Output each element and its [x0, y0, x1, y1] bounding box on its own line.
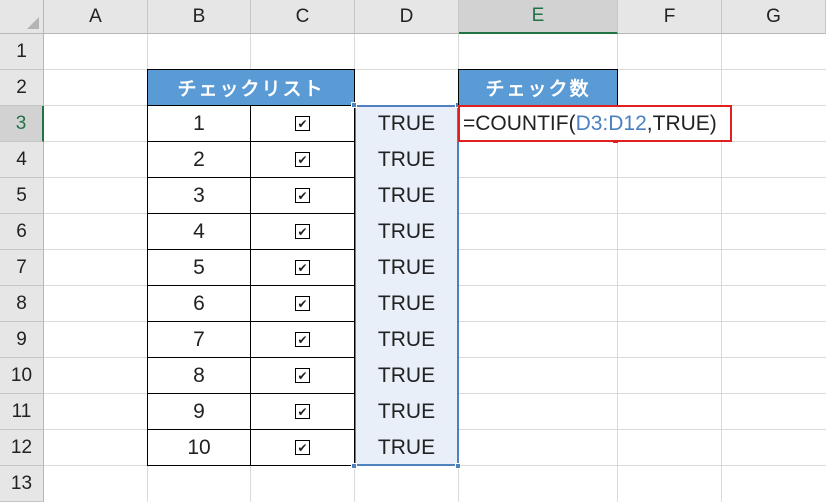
row-header-11[interactable]: 11: [0, 394, 44, 430]
item-number-cell[interactable]: 3: [147, 177, 251, 214]
selection-handle[interactable]: [351, 463, 357, 469]
checkbox-cell[interactable]: ✔: [250, 285, 355, 322]
column-header-e[interactable]: E: [459, 0, 618, 34]
checkbox[interactable]: ✔: [295, 116, 310, 131]
row-header-9[interactable]: 9: [0, 322, 44, 358]
item-number-cell[interactable]: 4: [147, 213, 251, 250]
item-number-cell[interactable]: 10: [147, 429, 251, 466]
checkbox[interactable]: ✔: [295, 152, 310, 167]
checkmark-icon: ✔: [297, 152, 308, 167]
item-number-cell[interactable]: 6: [147, 285, 251, 322]
value-cell[interactable]: TRUE: [354, 141, 459, 178]
checkbox-cell[interactable]: ✔: [250, 141, 355, 178]
column-header-b[interactable]: B: [148, 0, 251, 34]
checkbox-cell[interactable]: ✔: [250, 393, 355, 430]
selection-handle[interactable]: [455, 463, 461, 469]
checkbox-cell[interactable]: ✔: [250, 213, 355, 250]
row-header-7[interactable]: 7: [0, 250, 44, 286]
column-header-c[interactable]: C: [251, 0, 355, 34]
range-color-marker: [613, 140, 618, 143]
value-cell[interactable]: TRUE: [354, 321, 459, 358]
formula-prefix: =COUNTIF(: [463, 111, 576, 135]
checklist-header[interactable]: チェックリスト: [147, 69, 355, 106]
checkbox-cell[interactable]: ✔: [250, 357, 355, 394]
value-cell[interactable]: TRUE: [354, 249, 459, 286]
row-header-3[interactable]: 3: [0, 106, 44, 142]
value-cell[interactable]: TRUE: [354, 213, 459, 250]
checkmark-icon: ✔: [297, 116, 308, 131]
item-number-cell[interactable]: 7: [147, 321, 251, 358]
row-header-8[interactable]: 8: [0, 286, 44, 322]
count-header[interactable]: チェック数: [458, 69, 618, 106]
checkbox[interactable]: ✔: [295, 368, 310, 383]
row-header-10[interactable]: 10: [0, 358, 44, 394]
column-header-f[interactable]: F: [618, 0, 722, 34]
formula-cell-e3[interactable]: =COUNTIF(D3:D12 ,TRUE): [458, 105, 732, 142]
checkbox[interactable]: ✔: [295, 224, 310, 239]
checkmark-icon: ✔: [297, 368, 308, 383]
column-header-a[interactable]: A: [44, 0, 148, 34]
checkbox-cell[interactable]: ✔: [250, 105, 355, 142]
row-header-2[interactable]: 2: [0, 70, 44, 106]
row-header-4[interactable]: 4: [0, 142, 44, 178]
select-all-corner[interactable]: [0, 0, 44, 34]
select-all-triangle-icon: [27, 17, 39, 29]
column-header-d[interactable]: D: [355, 0, 459, 34]
checkmark-icon: ✔: [297, 224, 308, 239]
checkbox[interactable]: ✔: [295, 404, 310, 419]
checkmark-icon: ✔: [297, 260, 308, 275]
value-cell[interactable]: TRUE: [354, 285, 459, 322]
item-number-cell[interactable]: 8: [147, 357, 251, 394]
checkbox-cell[interactable]: ✔: [250, 429, 355, 466]
row-header-12[interactable]: 12: [0, 430, 44, 466]
value-cell[interactable]: TRUE: [354, 429, 459, 466]
checkmark-icon: ✔: [297, 440, 308, 455]
value-cell[interactable]: TRUE: [354, 357, 459, 394]
formula-suffix: ,TRUE): [646, 111, 717, 135]
row-header-6[interactable]: 6: [0, 214, 44, 250]
checkmark-icon: ✔: [297, 332, 308, 347]
column-header-g[interactable]: G: [722, 0, 826, 34]
value-cell[interactable]: TRUE: [354, 105, 459, 142]
value-cell[interactable]: TRUE: [354, 177, 459, 214]
checkbox[interactable]: ✔: [295, 332, 310, 347]
checkbox[interactable]: ✔: [295, 188, 310, 203]
item-number-cell[interactable]: 2: [147, 141, 251, 178]
checkbox[interactable]: ✔: [295, 260, 310, 275]
checkbox-cell[interactable]: ✔: [250, 249, 355, 286]
item-number-cell[interactable]: 1: [147, 105, 251, 142]
row-header-5[interactable]: 5: [0, 178, 44, 214]
checkbox-cell[interactable]: ✔: [250, 321, 355, 358]
spreadsheet[interactable]: A B C D E F G 1 2 3 4 5 6 7 8 9 10 11 12…: [0, 0, 826, 502]
checkbox-cell[interactable]: ✔: [250, 177, 355, 214]
value-cell[interactable]: TRUE: [354, 393, 459, 430]
row-header-13[interactable]: 13: [0, 466, 44, 502]
formula-range-reference: D3:D12: [575, 111, 647, 135]
row-header-1[interactable]: 1: [0, 34, 44, 70]
checkmark-icon: ✔: [297, 296, 308, 311]
item-number-cell[interactable]: 5: [147, 249, 251, 286]
checkbox[interactable]: ✔: [295, 440, 310, 455]
checkmark-icon: ✔: [297, 404, 308, 419]
item-number-cell[interactable]: 9: [147, 393, 251, 430]
checkmark-icon: ✔: [297, 188, 308, 203]
checkbox[interactable]: ✔: [295, 296, 310, 311]
selection-handle[interactable]: [351, 102, 357, 108]
